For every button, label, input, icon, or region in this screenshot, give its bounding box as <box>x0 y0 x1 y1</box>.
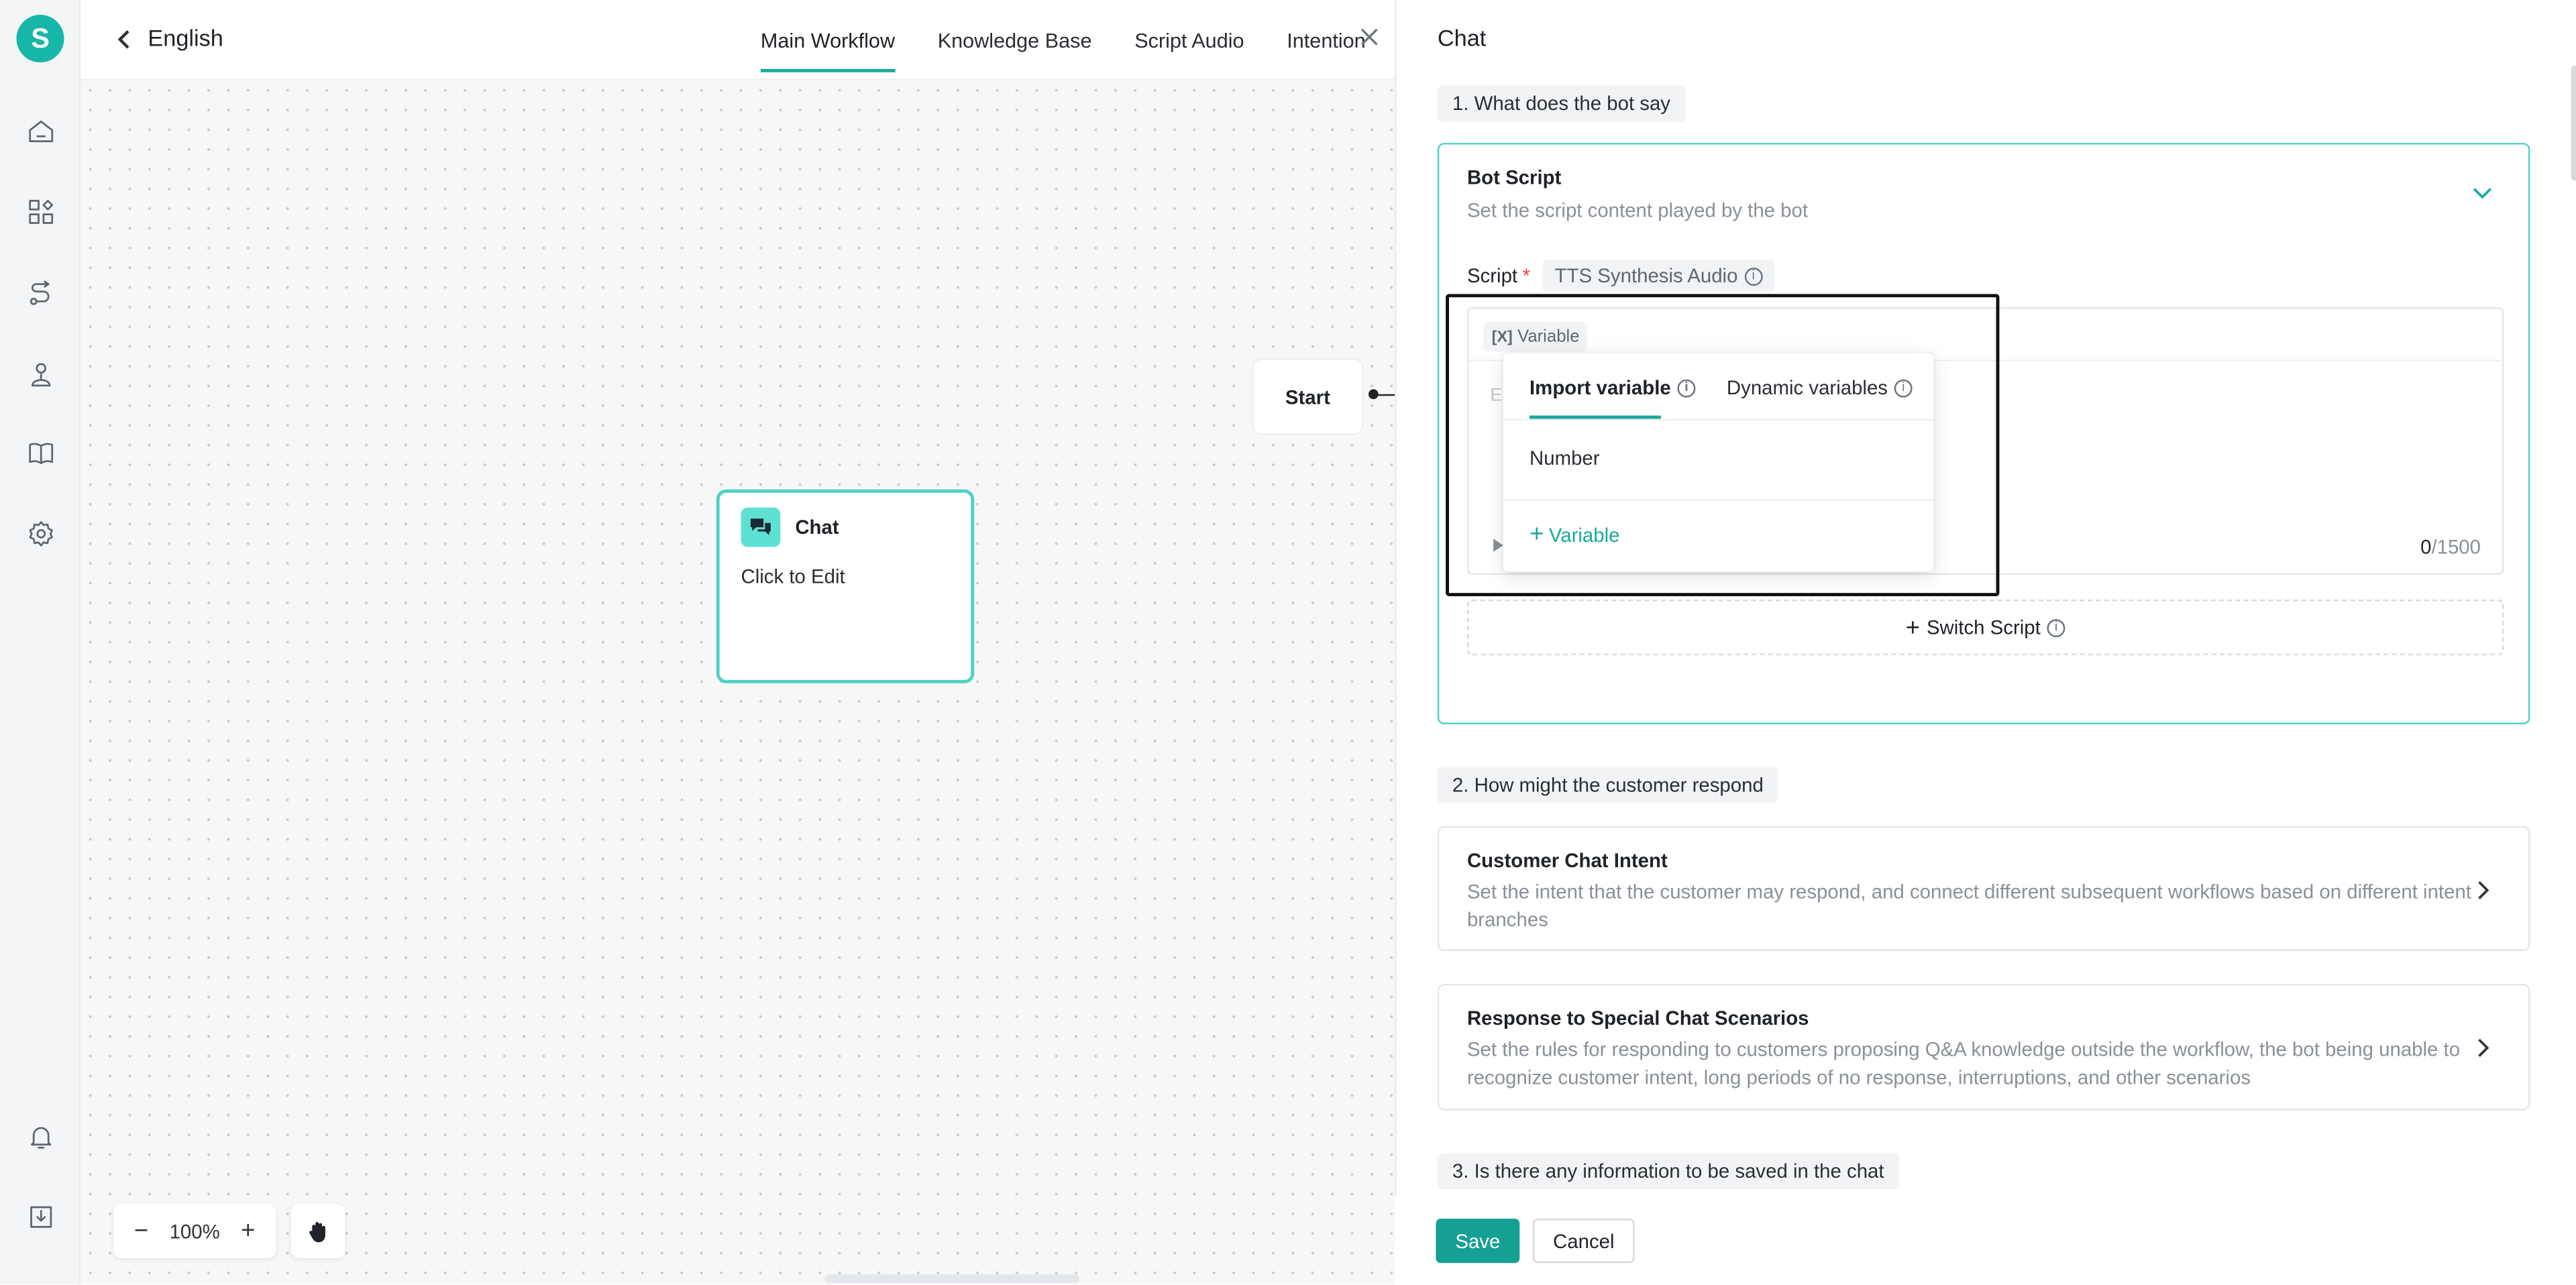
import-variable-label: Import variable <box>1529 376 1671 400</box>
popover-tabs: Import variable i Dynamic variables i <box>1503 353 1934 421</box>
step-2-label: 2. How might the customer respond <box>1437 767 1778 803</box>
start-node[interactable]: Start <box>1253 359 1362 434</box>
bot-script-desc: Set the script content played by the bot <box>1466 199 1809 222</box>
bell-icon[interactable] <box>19 1115 60 1156</box>
close-panel-icon[interactable] <box>1355 23 1381 49</box>
tab-import-variable[interactable]: Import variable i <box>1529 376 1696 400</box>
settings-gear-icon[interactable] <box>19 512 60 553</box>
zoom-out-button[interactable]: − <box>129 1219 152 1243</box>
info-icon[interactable]: i <box>1744 266 1763 285</box>
language-title: English <box>148 24 223 51</box>
back-chevron-icon[interactable] <box>110 23 140 56</box>
canvas-horizontal-scrollbar[interactable] <box>824 1274 1079 1283</box>
active-tab-underline <box>1529 415 1661 419</box>
workflow-tabs: Main Workflow Knowledge Base Script Audi… <box>760 0 1409 80</box>
contacts-icon[interactable] <box>19 353 60 394</box>
variable-option[interactable]: Number <box>1529 447 1600 469</box>
app-root: S English Main Workflow Knowledge Base S… <box>0 0 2576 1285</box>
insert-variable-button[interactable]: [X] Variable <box>1483 322 1588 352</box>
collapse-chevron-icon[interactable] <box>2471 180 2493 203</box>
hand-pan-icon[interactable] <box>290 1204 345 1258</box>
step-1-label: 1. What does the bot say <box>1437 85 1686 122</box>
workflow-header: English Main Workflow Knowledge Base Scr… <box>80 0 1395 81</box>
switch-script-label: Switch Script <box>1926 616 2041 639</box>
tab-script-audio[interactable]: Script Audio <box>1134 0 1244 80</box>
left-icon-rail: S <box>0 0 81 1285</box>
popover-divider <box>1503 499 1934 501</box>
zoom-level: 100% <box>169 1219 220 1243</box>
zoom-in-button[interactable]: + <box>237 1219 260 1243</box>
script-label-row: Script * TTS Synthesis Audio i <box>1466 259 1774 292</box>
panel-footer: Save Cancel <box>1395 1197 2576 1285</box>
info-icon[interactable]: i <box>2047 618 2065 636</box>
chat-node-body: Click to Edit <box>741 565 845 588</box>
save-button[interactable]: Save <box>1436 1219 1520 1264</box>
cancel-button[interactable]: Cancel <box>1532 1219 1635 1264</box>
step-3-label: 3. Is there any information to be saved … <box>1437 1153 1899 1190</box>
download-icon[interactable] <box>19 1196 60 1237</box>
script-label: Script <box>1466 264 1518 288</box>
char-count-current: 0 <box>2420 535 2432 559</box>
chat-node-title: Chat <box>795 515 839 539</box>
tab-intention[interactable]: Intention <box>1287 0 1365 80</box>
special-scenarios-title: Response to Special Chat Scenarios <box>1466 1007 1809 1030</box>
home-icon[interactable] <box>19 110 60 151</box>
char-count-max: /1500 <box>2431 535 2481 559</box>
workflow-icon[interactable] <box>19 273 60 314</box>
panel-title: Chat <box>1437 24 1487 51</box>
tts-chip-label: TTS Synthesis Audio <box>1554 264 1738 288</box>
special-scenarios-card[interactable]: Response to Special Chat Scenarios Set t… <box>1437 983 2530 1111</box>
special-scenarios-desc: Set the rules for responding to customer… <box>1466 1038 2461 1088</box>
apps-icon[interactable] <box>19 190 60 231</box>
customer-intent-desc: Set the intent that the customer may res… <box>1466 880 2471 931</box>
info-icon[interactable]: i <box>1677 378 1696 397</box>
tab-knowledge-base[interactable]: Knowledge Base <box>938 0 1092 80</box>
variable-chip-label: Variable <box>1517 327 1580 347</box>
chevron-right-icon[interactable] <box>2471 1036 2493 1059</box>
plus-icon: + <box>1905 613 1921 642</box>
char-counter: 0/1500 <box>2420 535 2481 558</box>
info-icon[interactable]: i <box>1894 378 1913 397</box>
start-connector-line <box>1377 393 1397 395</box>
variable-popover: Import variable i Dynamic variables i Nu… <box>1503 353 1934 572</box>
add-variable-button[interactable]: + Variable <box>1529 522 1619 547</box>
add-variable-label: Variable <box>1548 523 1620 547</box>
required-mark: * <box>1522 264 1530 288</box>
zoom-controls: − 100% + <box>113 1204 276 1258</box>
play-audio-icon[interactable] <box>1493 539 1503 552</box>
tab-main-workflow[interactable]: Main Workflow <box>760 0 895 80</box>
chevron-right-icon[interactable] <box>2471 879 2493 901</box>
chat-bubble-icon <box>741 507 781 547</box>
app-logo[interactable]: S <box>16 15 64 63</box>
plus-icon: + <box>1529 520 1544 549</box>
dynamic-variables-label: Dynamic variables <box>1726 376 1888 400</box>
switch-script-button[interactable]: + Switch Script i <box>1466 599 2504 656</box>
bot-script-title: Bot Script <box>1466 166 1562 189</box>
tab-dynamic-variables[interactable]: Dynamic variables i <box>1727 376 1913 399</box>
chat-node[interactable]: Chat Click to Edit <box>716 489 975 683</box>
variable-bracket-icon: [X] <box>1491 327 1513 346</box>
chat-settings-panel: Chat 1. What does the bot say Bot Script… <box>1395 0 2576 1285</box>
knowledge-book-icon[interactable] <box>19 432 60 473</box>
panel-scrollbar[interactable] <box>2571 65 2576 181</box>
customer-intent-title: Customer Chat Intent <box>1466 849 1668 873</box>
customer-intent-card[interactable]: Customer Chat Intent Set the intent that… <box>1437 826 2530 951</box>
tts-synthesis-chip[interactable]: TTS Synthesis Audio i <box>1543 259 1774 292</box>
